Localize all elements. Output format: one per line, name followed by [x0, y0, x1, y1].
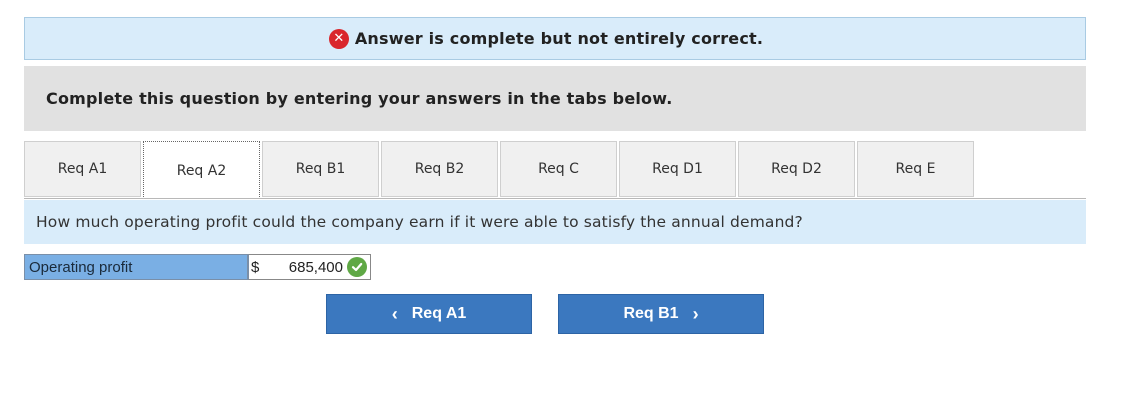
check-icon	[347, 257, 367, 277]
feedback-banner: ✕ Answer is complete but not entirely co…	[24, 17, 1086, 60]
prev-req-label: Req A1	[411, 305, 467, 322]
tab-req-a1[interactable]: Req A1	[24, 141, 141, 197]
tab-req-d2[interactable]: Req D2	[738, 141, 855, 197]
tabs-divider	[24, 198, 1086, 199]
chevron-right-icon: ›	[692, 303, 699, 324]
operating-profit-input[interactable]: $ 685,400	[248, 254, 371, 280]
operating-profit-value[interactable]: 685,400	[275, 259, 347, 276]
tab-req-a2[interactable]: Req A2	[143, 141, 260, 199]
tab-req-d1[interactable]: Req D1	[619, 141, 736, 197]
tab-req-c[interactable]: Req C	[500, 141, 617, 197]
requirement-tabs: Req A1 Req A2 Req B1 Req B2 Req C Req D1…	[24, 141, 976, 199]
operating-profit-label: Operating profit	[24, 254, 248, 280]
feedback-text: Answer is complete but not entirely corr…	[354, 29, 764, 48]
answer-row: Operating profit $ 685,400	[24, 254, 371, 280]
instructions-text: Complete this question by entering your …	[46, 89, 673, 108]
instructions-panel: Complete this question by entering your …	[24, 66, 1086, 131]
chevron-left-icon: ‹	[391, 303, 398, 324]
tab-req-b2[interactable]: Req B2	[381, 141, 498, 197]
question-text: How much operating profit could the comp…	[36, 213, 803, 231]
tab-req-b1[interactable]: Req B1	[262, 141, 379, 197]
error-x-icon: ✕	[328, 28, 349, 49]
currency-symbol: $	[251, 258, 260, 276]
next-req-label: Req B1	[623, 305, 679, 322]
prev-req-button[interactable]: ‹ Req A1	[326, 294, 532, 334]
next-req-button[interactable]: Req B1 ›	[558, 294, 764, 334]
tab-req-e[interactable]: Req E	[857, 141, 974, 197]
question-bar: How much operating profit could the comp…	[24, 200, 1086, 244]
